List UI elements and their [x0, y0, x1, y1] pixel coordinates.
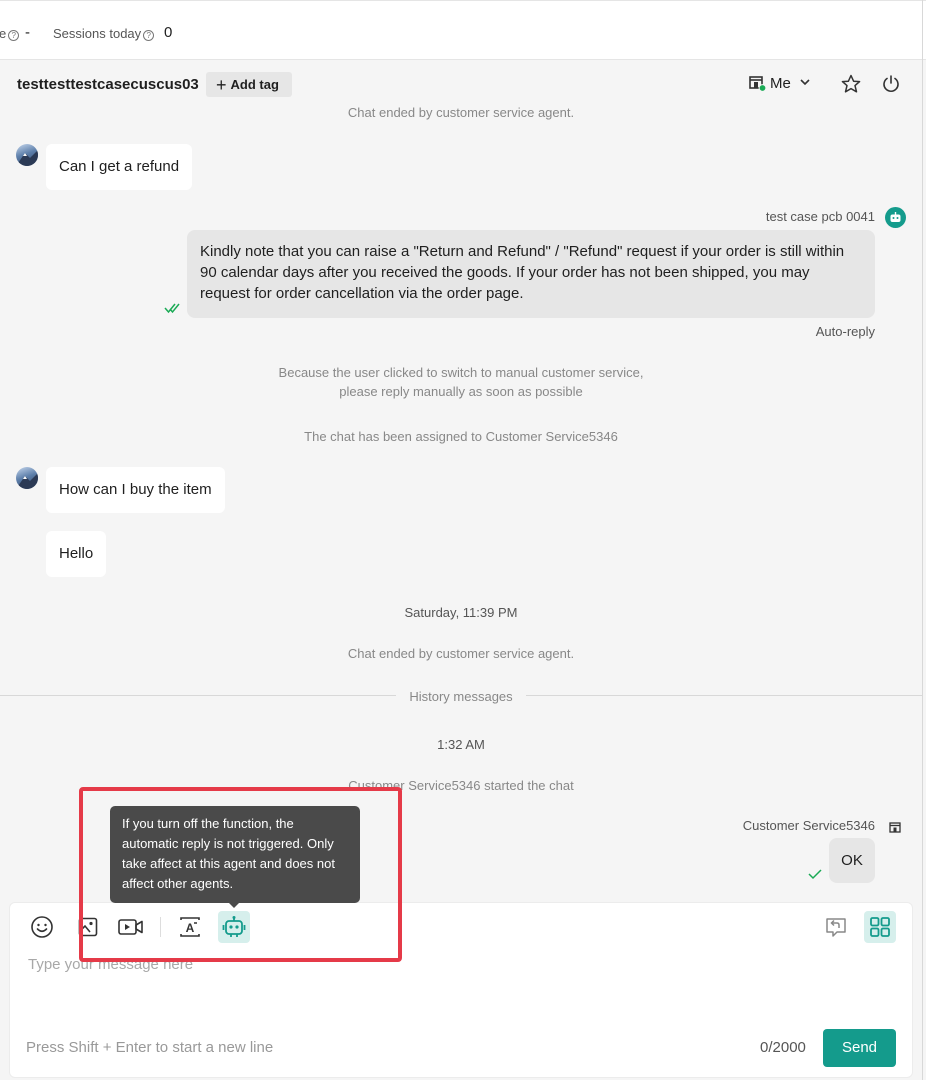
character-counter: 0/2000	[760, 1039, 806, 1056]
time-divider: 1:32 AM	[437, 737, 485, 752]
system-message: Chat ended by customer service agent.	[347, 646, 575, 661]
system-message: Because the user clicked to switch to ma…	[278, 365, 644, 380]
robot-icon	[222, 916, 246, 937]
bot-sender-name: test case pcb 0041	[765, 209, 875, 224]
read-receipt-icon	[808, 869, 822, 880]
store-icon	[749, 76, 767, 92]
customer-avatar	[16, 467, 38, 489]
auto-reply-toggle-button[interactable]	[218, 911, 250, 943]
panel-divider	[922, 0, 923, 1080]
help-icon[interactable]: ?	[8, 30, 20, 41]
history-divider-label: History messages	[409, 689, 513, 704]
emoji-icon[interactable]	[30, 915, 54, 939]
agent-message: OK	[829, 838, 875, 883]
stat-cut-value: -	[25, 24, 30, 41]
newline-hint: Press Shift + Enter to start a new line	[26, 1039, 274, 1056]
customer-name: testtesttestcasecuscus03	[17, 76, 199, 93]
auto-reply-message: Kindly note that you can raise a "Return…	[187, 230, 875, 318]
top-stats-bar: e? - Sessions today? 0	[0, 0, 926, 60]
sessions-today-label: Sessions today?	[53, 26, 155, 41]
system-message: Customer Service5346 started the chat	[348, 778, 574, 793]
send-button[interactable]: Send	[823, 1029, 896, 1067]
tooltip-arrow	[228, 902, 240, 908]
help-icon[interactable]: ?	[143, 30, 155, 41]
video-icon[interactable]	[118, 918, 144, 936]
sessions-today-value: 0	[164, 24, 173, 41]
power-icon[interactable]	[881, 74, 901, 94]
customer-avatar	[16, 144, 38, 166]
apps-grid-button[interactable]	[864, 911, 896, 943]
customer-message: Can I get a refund	[46, 144, 193, 190]
customer-message: Hello	[46, 531, 107, 577]
toolbar-separator	[160, 917, 161, 937]
image-icon[interactable]	[78, 917, 98, 937]
message-input[interactable]: Type your message here	[28, 956, 193, 973]
store-icon	[889, 822, 901, 833]
bot-avatar-icon	[885, 207, 906, 228]
agent-sender-name: Customer Service5346	[742, 818, 875, 833]
read-receipt-icon	[164, 303, 180, 314]
svg-text:A: A	[186, 921, 195, 935]
quick-reply-icon[interactable]: A	[178, 915, 202, 939]
system-message: please reply manually as soon as possibl…	[339, 384, 583, 399]
auto-reply-label: Auto-reply	[815, 324, 875, 339]
add-tag-button[interactable]: + Add tag	[206, 72, 292, 97]
chevron-down-icon	[800, 79, 810, 86]
system-message: The chat has been assigned to Customer S…	[304, 429, 618, 444]
auto-reply-tooltip: If you turn off the function, the automa…	[110, 806, 360, 903]
assignee-dropdown[interactable]: Me	[748, 72, 811, 96]
grid-icon	[870, 917, 890, 937]
transfer-chat-icon[interactable]	[824, 915, 848, 939]
customer-message: How can I buy the item	[46, 467, 225, 513]
date-divider: Saturday, 11:39 PM	[404, 605, 518, 620]
system-message: Chat ended by customer service agent.	[347, 105, 575, 120]
stat-cut-label: e?	[0, 26, 20, 41]
star-icon[interactable]	[841, 74, 861, 94]
plus-icon: +	[216, 75, 227, 95]
